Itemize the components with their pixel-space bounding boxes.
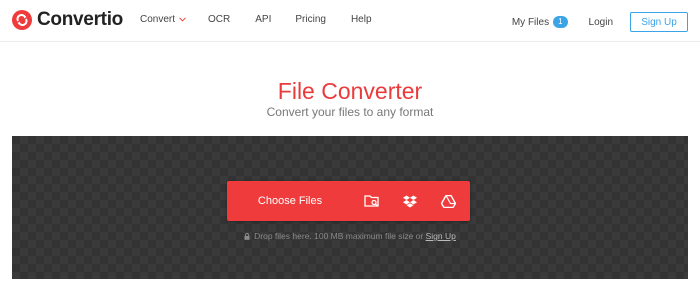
- nav-help-label: Help: [350, 14, 372, 25]
- nav-ocr-label: OCR: [208, 14, 231, 25]
- account-nav: My Files 1 Login Sign Up: [512, 12, 688, 32]
- dropbox-icon: [403, 195, 417, 207]
- nav-api[interactable]: API: [255, 14, 271, 25]
- file-drop-zone[interactable]: Choose Files Drop files here. 100 MB max…: [12, 136, 688, 279]
- my-files-label: My Files: [511, 16, 550, 28]
- top-header: Convertio Convert OCR API Pricing Help M…: [0, 0, 700, 42]
- google-drive-button[interactable]: [429, 181, 467, 221]
- folder-search-icon: [364, 195, 379, 207]
- brand-logo[interactable]: Convertio: [12, 9, 123, 31]
- nav-convert[interactable]: Convert: [140, 14, 186, 25]
- from-device-button[interactable]: [353, 181, 391, 221]
- convertio-logo-icon: [12, 10, 32, 30]
- nav-help[interactable]: Help: [351, 14, 372, 25]
- lock-icon: [244, 232, 250, 242]
- nav-pricing[interactable]: Pricing: [295, 14, 326, 25]
- google-drive-icon: [440, 194, 456, 208]
- brand-name: Convertio: [37, 9, 123, 30]
- signup-button[interactable]: Sign Up: [630, 12, 688, 32]
- dropbox-button[interactable]: [391, 181, 429, 221]
- drop-hint: Drop files here. 100 MB maximum file siz…: [12, 231, 688, 242]
- upload-bar: Choose Files: [227, 181, 470, 221]
- chevron-down-icon: [179, 17, 186, 22]
- page-subtitle: Convert your files to any format: [266, 105, 434, 119]
- page-title: File Converter: [277, 78, 423, 104]
- nav-ocr[interactable]: OCR: [208, 14, 230, 25]
- login-link[interactable]: Login: [589, 17, 613, 28]
- nav-pricing-label: Pricing: [295, 14, 326, 25]
- my-files-link[interactable]: My Files 1: [512, 16, 568, 28]
- nav-api-label: API: [255, 14, 272, 25]
- nav-convert-label: Convert: [140, 14, 176, 25]
- choose-files-button[interactable]: Choose Files: [227, 181, 353, 221]
- drop-hint-text: Drop files here. 100 MB maximum file siz…: [254, 231, 424, 241]
- main-nav: Convert OCR API Pricing Help: [140, 14, 372, 25]
- my-files-count-badge: 1: [553, 16, 568, 28]
- hint-signup-link[interactable]: Sign Up: [426, 231, 456, 241]
